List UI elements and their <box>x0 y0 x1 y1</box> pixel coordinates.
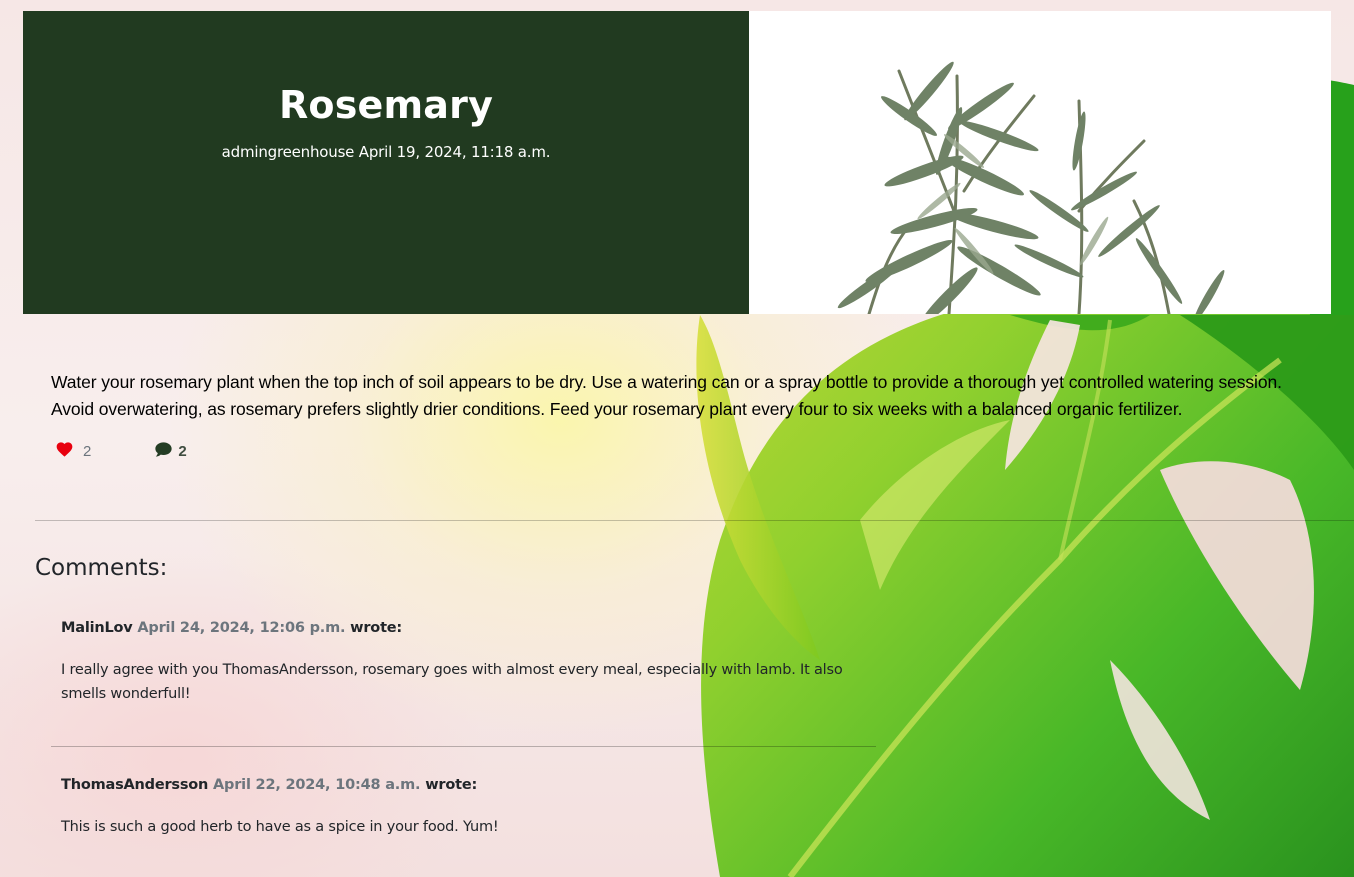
like-count: 2 <box>83 442 92 460</box>
post-header: Rosemary admingreenhouse April 19, 2024,… <box>23 11 749 314</box>
rosemary-plant-image <box>749 11 1331 314</box>
comment-header: MalinLov April 24, 2024, 12:06 p.m. wrot… <box>61 618 851 638</box>
divider <box>35 520 1354 521</box>
post-date: April 19, 2024, 11:18 a.m. <box>358 143 551 161</box>
comment-body: I really agree with you ThomasAndersson,… <box>61 662 843 702</box>
comment-item: MalinLov April 24, 2024, 12:06 p.m. wrot… <box>61 618 851 706</box>
heart-icon <box>56 441 73 461</box>
post-meta: admingreenhouse April 19, 2024, 11:18 a.… <box>23 142 749 162</box>
post-author: admingreenhouse <box>221 143 355 161</box>
comment-body: This is such a good herb to have as a sp… <box>61 819 499 835</box>
comment-count: 2 <box>178 442 187 460</box>
comment-header: ThomasAndersson April 22, 2024, 10:48 a.… <box>61 775 851 795</box>
comment-icon <box>155 441 172 461</box>
comment-item: ThomasAndersson April 22, 2024, 10:48 a.… <box>61 775 851 839</box>
post-stats: 2 2 <box>56 441 187 461</box>
comment-count-indicator: 2 <box>155 441 187 461</box>
post-hero: Rosemary admingreenhouse April 19, 2024,… <box>23 11 1331 314</box>
comment-divider <box>51 746 876 747</box>
comment-date: April 24, 2024, 12:06 p.m. <box>137 620 346 636</box>
comment-date: April 22, 2024, 10:48 a.m. <box>213 777 421 793</box>
comment-author: MalinLov <box>61 620 133 636</box>
comment-author: ThomasAndersson <box>61 777 209 793</box>
post-content: Water your rosemary plant when the top i… <box>51 372 1282 419</box>
comment-wrote-label: wrote: <box>350 620 403 636</box>
post-image <box>749 11 1331 314</box>
comment-wrote-label: wrote: <box>425 777 478 793</box>
post-title: Rosemary <box>278 83 494 127</box>
comments-heading: Comments: <box>35 555 168 581</box>
like-button[interactable]: 2 <box>56 441 92 461</box>
